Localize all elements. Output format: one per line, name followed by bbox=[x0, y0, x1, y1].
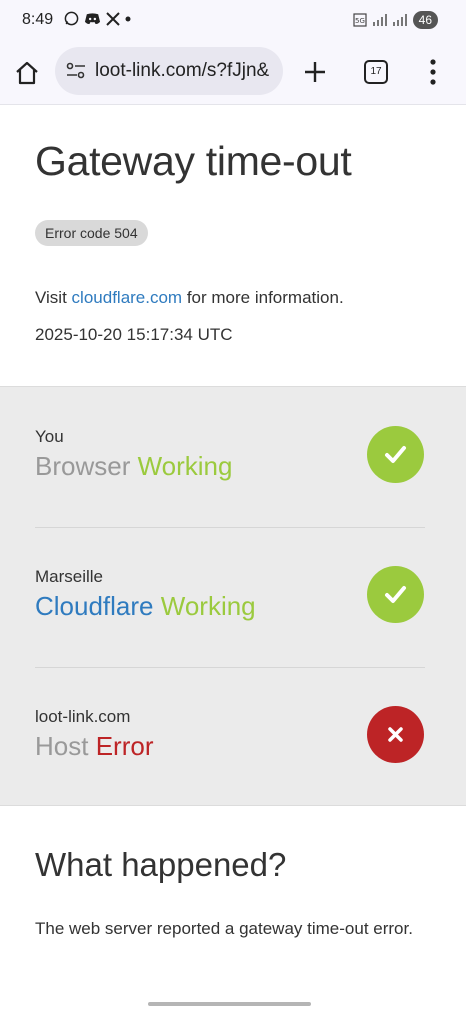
error-x-icon bbox=[367, 706, 424, 763]
home-icon[interactable] bbox=[14, 60, 40, 86]
row-location: loot-link.com bbox=[35, 707, 131, 726]
status-row-cloudflare: Marseille Cloudflare Working bbox=[35, 527, 425, 668]
url-text: loot-link.com/s?fJjn& bbox=[95, 60, 270, 81]
row-status-line: Host Error bbox=[35, 731, 153, 762]
tab-count: 17 bbox=[370, 66, 382, 77]
row-location: You bbox=[35, 427, 64, 446]
x-icon bbox=[106, 11, 120, 26]
discord-icon bbox=[84, 12, 101, 24]
site-settings-icon[interactable] bbox=[65, 60, 87, 82]
battery-indicator: 46 bbox=[412, 11, 438, 29]
signal-icon bbox=[372, 14, 387, 26]
5g-icon: 5G bbox=[353, 13, 367, 27]
visit-suffix: for more information. bbox=[182, 288, 344, 307]
address-bar[interactable]: loot-link.com/s?fJjn& bbox=[55, 47, 283, 95]
status-bar: 8:49 5G 46 bbox=[0, 0, 466, 42]
check-icon bbox=[367, 566, 424, 623]
dot-icon bbox=[125, 16, 131, 21]
error-code-badge: Error code 504 bbox=[35, 220, 148, 246]
what-happened-heading: What happened? bbox=[35, 846, 287, 883]
row-name: Host bbox=[35, 731, 89, 761]
row-state: Working bbox=[160, 591, 256, 621]
check-icon bbox=[367, 426, 424, 483]
status-time: 8:49 bbox=[22, 11, 54, 28]
whatsapp-icon bbox=[64, 11, 79, 26]
row-state: Working bbox=[137, 451, 233, 481]
row-state: Error bbox=[95, 731, 154, 761]
svg-text:5G: 5G bbox=[355, 17, 365, 25]
signal-icon bbox=[392, 14, 407, 26]
status-panel: You Browser Working Marseille Cloudflare… bbox=[0, 386, 466, 806]
page-title: Gateway time-out bbox=[35, 138, 352, 184]
row-name: Cloudflare bbox=[35, 591, 154, 621]
visit-info: Visit cloudflare.com for more informatio… bbox=[35, 288, 344, 308]
row-location: Marseille bbox=[35, 567, 104, 586]
row-status-line: Browser Working bbox=[35, 451, 232, 482]
system-icons: 5G 46 bbox=[353, 11, 438, 29]
new-tab-icon[interactable] bbox=[302, 59, 328, 85]
visit-prefix: Visit bbox=[35, 288, 72, 307]
gesture-bar[interactable] bbox=[148, 1002, 311, 1006]
row-name: Browser bbox=[35, 451, 131, 481]
cloudflare-link[interactable]: cloudflare.com bbox=[72, 288, 183, 307]
what-happened-body: The web server reported a gateway time-o… bbox=[35, 919, 413, 938]
notification-icons bbox=[64, 11, 131, 26]
status-row-browser: You Browser Working bbox=[35, 387, 425, 528]
browser-toolbar: loot-link.com/s?fJjn& 17 bbox=[0, 42, 466, 105]
more-menu-icon[interactable] bbox=[428, 58, 438, 86]
status-row-host: loot-link.com Host Error bbox=[35, 667, 425, 807]
row-status-line: Cloudflare Working bbox=[35, 591, 256, 622]
tab-switcher-button[interactable]: 17 bbox=[364, 60, 388, 84]
error-timestamp: 2025-10-20 15:17:34 UTC bbox=[35, 325, 233, 344]
